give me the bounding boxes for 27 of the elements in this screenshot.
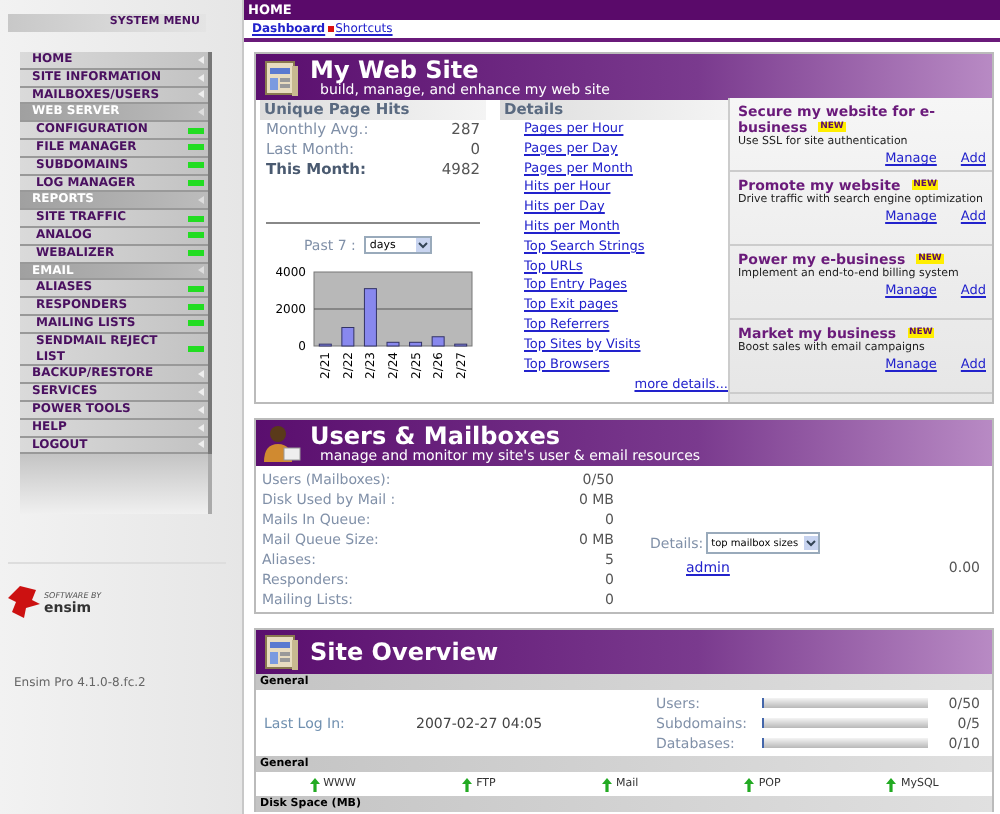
caret-icon	[415, 238, 430, 252]
arrow-icon	[198, 196, 204, 205]
panel-title: Users & Mailboxes	[310, 423, 563, 447]
caret-icon	[804, 536, 819, 550]
status-bar-icon	[188, 320, 204, 327]
chart-bar	[341, 327, 355, 347]
chart-bar	[409, 341, 423, 347]
status-bar-icon	[188, 285, 204, 292]
panel-title: Site Overview	[310, 640, 499, 664]
status-bar-icon	[188, 250, 204, 257]
panel-title: My Web Site	[310, 57, 479, 81]
status-bar-icon	[188, 127, 204, 134]
status-bar-icon	[188, 303, 204, 310]
window-icon	[262, 57, 302, 97]
status-bar-icon	[188, 179, 204, 186]
status-bar-icon	[188, 215, 204, 222]
chart-bar	[386, 341, 400, 347]
status-bar-icon	[188, 232, 204, 239]
window-icon	[262, 632, 302, 672]
status-bar-icon	[188, 346, 204, 353]
logo-icon	[8, 584, 40, 621]
chart-bar	[431, 336, 445, 347]
status-bar-icon	[188, 144, 204, 151]
person-icon	[262, 423, 302, 463]
status-bar-icon	[188, 162, 204, 169]
arrow-icon	[198, 266, 204, 275]
chart-bar	[363, 288, 377, 347]
